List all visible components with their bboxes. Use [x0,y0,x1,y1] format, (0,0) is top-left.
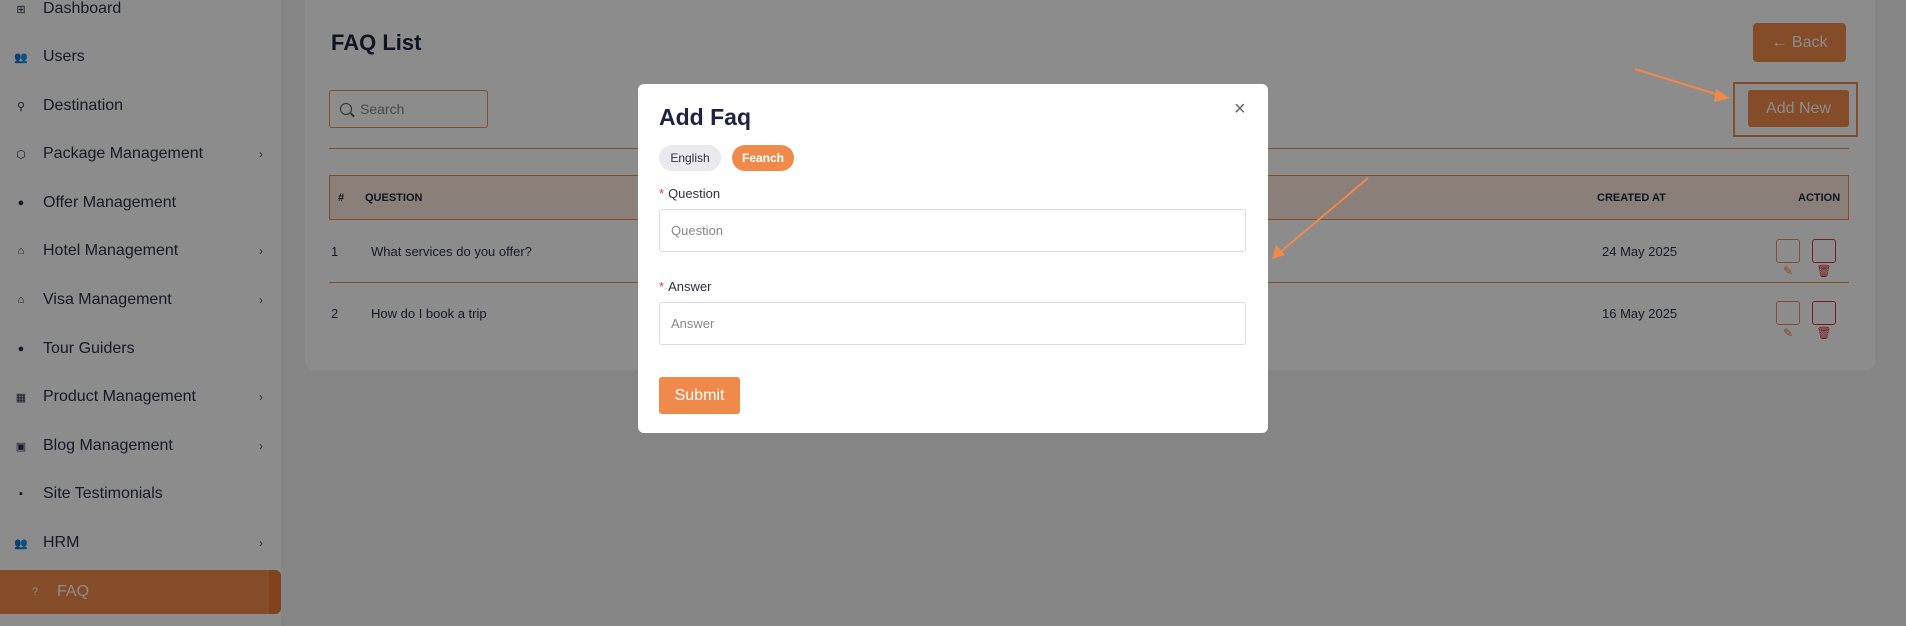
arrow-head [1714,89,1730,102]
question-label: * Question [659,186,720,201]
required-mark: * [659,279,665,294]
arrow-to-modal [1277,177,1369,255]
answer-field[interactable]: Answer [659,302,1246,345]
tab-english[interactable]: English [659,145,721,171]
question-placeholder: Question [671,223,724,238]
arrow-to-add-new [1634,68,1723,97]
question-label-text: Question [668,186,721,201]
answer-label: * Answer [659,279,711,294]
submit-button[interactable]: Submit [659,377,740,414]
close-icon[interactable]: × [1234,98,1246,121]
answer-placeholder: Answer [671,316,715,331]
arrow-head [1272,245,1285,259]
modal-title: Add Faq [659,104,751,130]
answer-label-text: Answer [668,279,712,294]
required-mark: * [659,186,665,201]
add-faq-modal: Add Faq × English Feanch * Question Quest… [638,84,1268,433]
tab-french[interactable]: Feanch [732,145,794,171]
question-field[interactable]: Question [659,209,1246,252]
